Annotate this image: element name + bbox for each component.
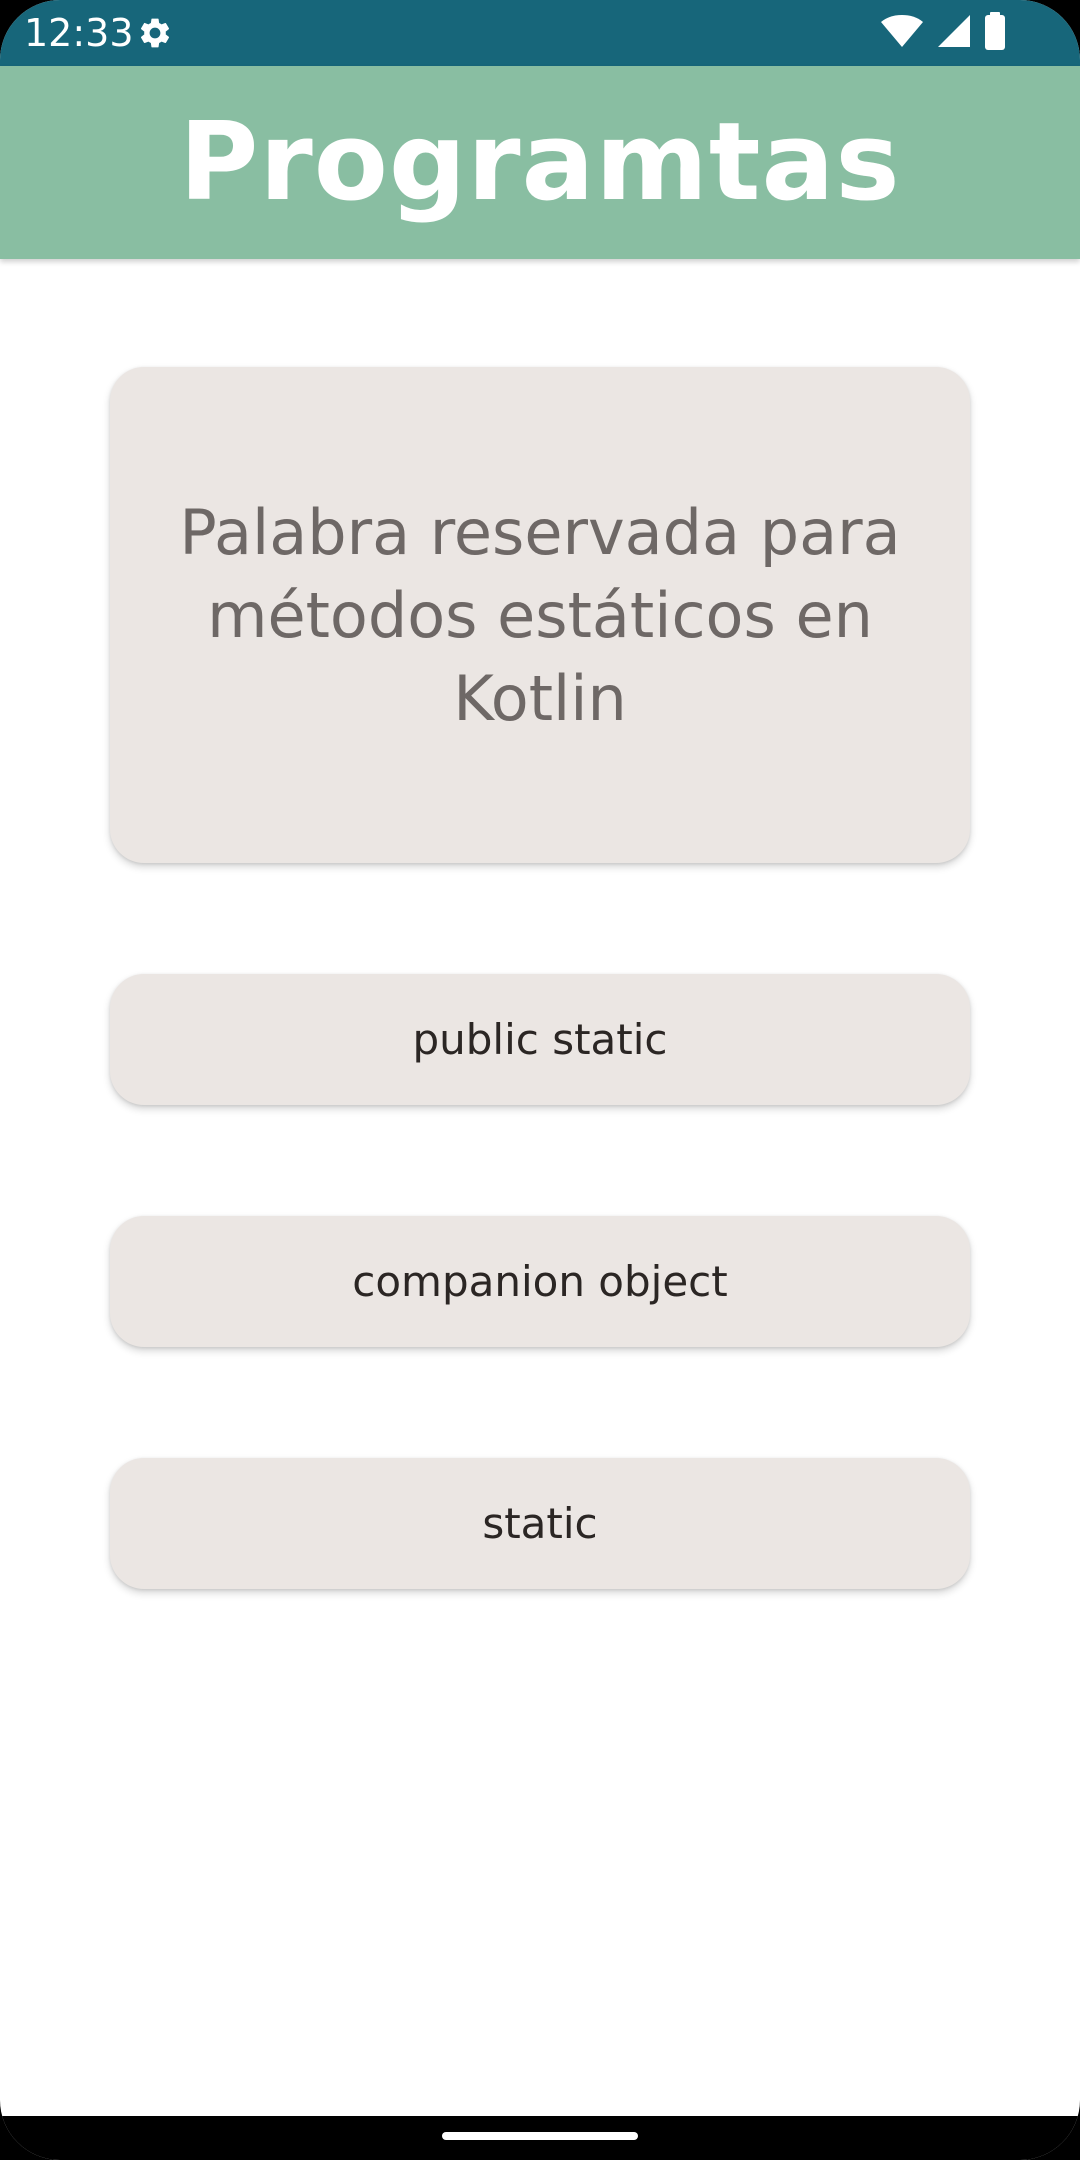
home-gesture-handle[interactable] (442, 2132, 638, 2140)
answer-option-public-static[interactable]: public static (110, 974, 970, 1105)
app-bar: Programtas (0, 66, 1080, 259)
wifi-icon (880, 14, 924, 52)
answer-option-label: companion object (352, 1257, 728, 1306)
answer-option-companion-object[interactable]: companion object (110, 1216, 970, 1347)
signal-icon (936, 13, 972, 53)
question-card: Palabra reservada para métodos estáticos… (110, 367, 970, 863)
status-icons (880, 12, 1006, 54)
answer-option-static[interactable]: static (110, 1458, 970, 1589)
battery-icon (984, 12, 1006, 54)
answer-option-label: static (482, 1499, 598, 1548)
question-text: Palabra reservada para métodos estáticos… (179, 495, 901, 735)
navigation-bar (0, 2116, 1080, 2160)
answer-option-label: public static (412, 1015, 668, 1064)
app-title: Programtas (179, 100, 901, 225)
status-bar: 12:33 (0, 0, 1080, 66)
status-time: 12:33 (24, 11, 134, 55)
gear-icon (137, 15, 173, 51)
app-screen: 12:33 Programtas Palabra reservada para … (0, 0, 1080, 2160)
